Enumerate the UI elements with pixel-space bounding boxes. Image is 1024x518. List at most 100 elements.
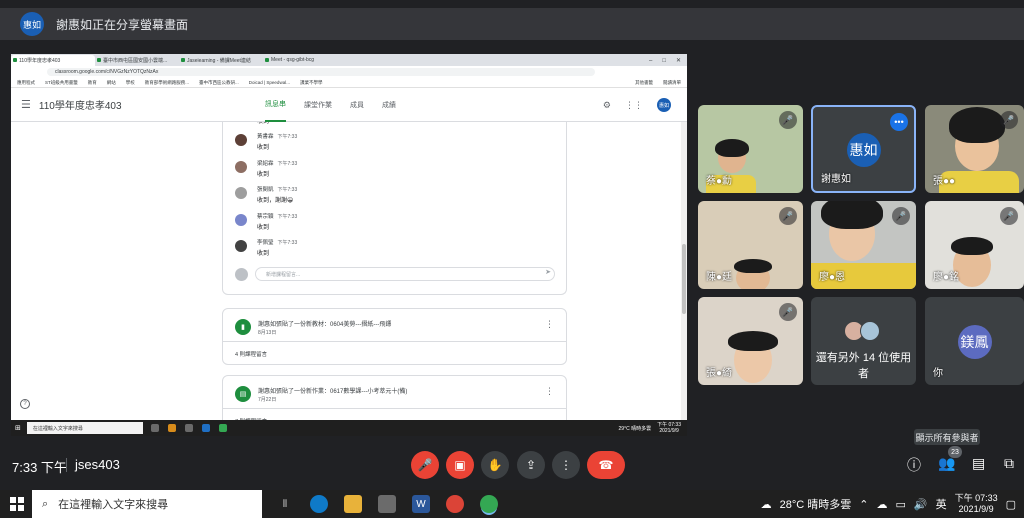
bookmark: 教育部學術網路服務... — [144, 79, 189, 85]
author-name: 李佩瑩 — [257, 240, 274, 246]
post-comment-count: 4 則課程留言 — [223, 341, 566, 366]
chevron-up-icon[interactable]: ⌃ — [859, 498, 868, 511]
participant-avatar: 鎂鳳 — [957, 325, 992, 359]
assignment-icon: ▤ — [235, 386, 251, 402]
presenter-avatar: 惠如 — [20, 12, 44, 36]
other-participants-avatars — [844, 321, 880, 341]
mic-off-icon: 🎤 — [1000, 111, 1018, 129]
shared-system-tray: 29°C 晴時多雲 下午 07:33 2021/9/9 — [619, 422, 687, 434]
input-method[interactable]: 英 — [936, 496, 947, 512]
author-name: 張閔凱 — [257, 187, 274, 193]
end-call-button[interactable]: ☎ — [587, 451, 625, 479]
mic-off-icon: 🎤 — [779, 207, 797, 225]
other-participants-tile[interactable]: 還有另外 14 位使用者 — [811, 297, 916, 385]
send-icon: ➤ — [545, 269, 551, 276]
participant-tile[interactable]: 🎤 廖●銘 — [925, 201, 1024, 289]
participant-tile[interactable]: 🎤 陳●廷 — [698, 201, 803, 289]
shared-taskbar: ⊞ 在這裡輸入文字來搜尋 29°C 晴時多雲 下午 07:33 2021/9/9 — [11, 420, 687, 436]
app-icon — [150, 424, 159, 432]
notification-icon[interactable]: ▢ — [1006, 498, 1016, 511]
tab-stream: 訊息串 — [265, 88, 286, 122]
menu-icon: ☰ — [21, 99, 31, 111]
weather-icon: ☁ — [760, 498, 772, 511]
participant-name: 你 — [933, 368, 943, 379]
shared-screen: 110學年度忠孝403 臺中市西屯區國安國小雲端... Jaseiearning… — [11, 54, 687, 436]
comment-time: 下午7:33 — [277, 161, 298, 167]
author-name: 蔡宗穎 — [257, 214, 274, 220]
network-icon[interactable]: ▭ — [895, 498, 905, 511]
windows-start-icon[interactable] — [10, 497, 24, 511]
clock: 下午 07:33 2021/9/9 — [657, 422, 681, 434]
class-title: 110學年度忠孝403 — [38, 101, 122, 112]
mic-off-icon: 🎤 — [892, 207, 910, 225]
bookmark: 教育 — [87, 79, 97, 85]
tab-grades: 成績 — [382, 102, 396, 109]
taskbar-search[interactable]: ⌕ 在這裡輸入文字來搜尋 — [32, 490, 262, 518]
present-screen-button[interactable]: ⇪ — [517, 451, 545, 479]
microphone-toggle-button[interactable]: 🎤 — [411, 451, 439, 479]
chat-icon[interactable]: ▤ — [972, 455, 985, 472]
tab-classwork: 課堂作業 — [304, 102, 332, 109]
more-options-button[interactable]: ⋮ — [552, 451, 580, 479]
windows-logo-icon: ⊞ — [15, 425, 21, 432]
activities-icon[interactable]: ⧉ — [1004, 455, 1014, 472]
edge-icon[interactable] — [310, 495, 328, 513]
participant-name: 廖●銘 — [933, 272, 960, 283]
classroom-stream: 收到 黃書霖 下午7:33 收到 梁紹霖 下午7:33 收到 張閔凱 下午7:33 收… — [11, 122, 687, 420]
raise-hand-button[interactable]: ✋ — [481, 451, 509, 479]
participant-hair — [821, 201, 883, 229]
task-view-icon[interactable]: ⫴ — [276, 495, 294, 513]
participant-tile[interactable]: 🎤 蔡●勳 — [698, 105, 803, 193]
browser-tab: Meet - qsg-gibt-bcg — [263, 55, 347, 66]
chrome-icon[interactable] — [446, 495, 464, 513]
participant-name: 廖●恩 — [819, 272, 846, 283]
camera-toggle-button[interactable]: ▣ — [446, 451, 474, 479]
clock[interactable]: 下午 07:33 2021/9/9 — [955, 493, 998, 515]
browser-tab: 110學年度忠孝403 — [11, 55, 95, 66]
more-options-icon[interactable]: ••• — [890, 113, 908, 131]
participant-tile[interactable]: ••• 惠如 謝惠如 — [811, 105, 916, 193]
meeting-time: 7:33 下午 — [12, 460, 67, 475]
weather-text[interactable]: 28°C 晴時多雲 — [780, 496, 852, 512]
windows-taskbar: ⌕ 在這裡輸入文字來搜尋 ⫴ W ☁ 28°C 晴時多雲 ⌃ ☁ ▭ 🔊 英 下… — [0, 490, 1024, 518]
url-field: classroom.google.com/c/NVGzNzYOTQzNzAx — [47, 68, 595, 76]
bookmarks-bar: 應用程式 ST班級共用書籤 教育 網站 學校 教育部學術網路服務... 臺中市西… — [11, 78, 687, 88]
post-date: 8月13日 — [258, 330, 277, 336]
comment-author: 黃書霖 下午7:33 — [257, 132, 297, 140]
comment-time: 下午7:33 — [277, 187, 298, 193]
bookmark: 臺中市西區公教研... — [199, 79, 239, 85]
cloud-icon[interactable]: ☁ — [876, 498, 887, 511]
store-icon[interactable] — [378, 495, 396, 513]
other-participants-count: 還有另外 14 位使用者 — [815, 352, 912, 380]
avatar — [235, 268, 248, 281]
close-icon: ✕ — [675, 58, 681, 64]
comment-text: 收到，謝謝😀 — [257, 198, 294, 204]
participant-tile[interactable]: 🎤 廖●恩 — [811, 201, 916, 289]
more-options-icon: ⋮ — [545, 319, 554, 329]
phone-hangup-icon: ☎ — [598, 458, 614, 472]
browser-tab: Jaseiearning - 備課Meet連結 — [179, 55, 263, 66]
meeting-details-icon[interactable]: ⓘ — [907, 455, 921, 475]
weather-text: 29°C 晴時多雲 — [618, 425, 652, 432]
participant-tile[interactable]: 🎤 張●綺 — [698, 297, 803, 385]
bookmark: ST班級共用書籤 — [45, 79, 78, 85]
hand-icon: ✋ — [487, 458, 503, 472]
app-icon — [201, 424, 210, 432]
word-icon[interactable]: W — [412, 495, 430, 513]
search-icon: ⌕ — [42, 497, 49, 510]
self-tile[interactable]: 鎂鳳 你 — [925, 297, 1024, 385]
reply-row: 新增課程留言... ➤ — [235, 265, 557, 283]
post-card: ▮ 謝惠如張貼了一份新教材：0604美勞---摺紙---飛鏢 8月13日 ⋮ 4… — [222, 308, 567, 365]
settings-icon: ⚙ — [602, 99, 611, 110]
avatar — [235, 134, 247, 146]
chrome-profile-icon[interactable] — [480, 495, 498, 513]
participant-tile[interactable]: 🎤 張●● — [925, 105, 1024, 193]
post-card: ▤ 謝惠如張貼了一份新作業：0617數學課---小考萃元十(備) 7月22日 ⋮… — [222, 375, 567, 420]
app-icon — [184, 424, 193, 432]
comment-author: 張閔凱 下午7:33 — [257, 185, 297, 193]
volume-icon[interactable]: 🔊 — [914, 498, 928, 511]
file-explorer-icon[interactable] — [344, 495, 362, 513]
material-icon: ▮ — [235, 319, 251, 335]
comment-time: 下午7:33 — [277, 134, 298, 140]
participant-name: 張●● — [933, 176, 956, 187]
